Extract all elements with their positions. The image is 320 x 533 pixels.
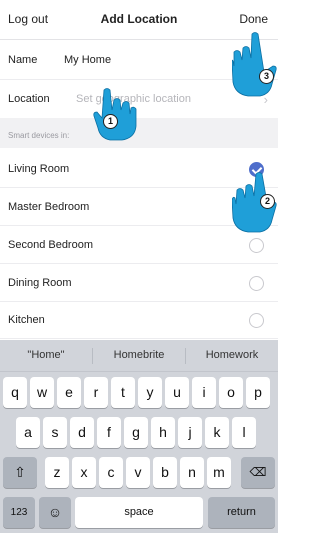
key-z[interactable]: z — [45, 457, 69, 488]
key-f[interactable]: f — [97, 417, 121, 448]
device-label: Second Bedroom — [8, 239, 93, 251]
key-h[interactable]: h — [151, 417, 175, 448]
shift-key[interactable]: ⇧ — [3, 457, 37, 488]
key-y[interactable]: y — [138, 377, 162, 408]
key-l[interactable]: l — [232, 417, 256, 448]
step-badge-2: 2 — [260, 194, 275, 209]
key-o[interactable]: o — [219, 377, 243, 408]
key-i[interactable]: i — [192, 377, 216, 408]
section-label: Smart devices in: — [8, 131, 70, 140]
key-m[interactable]: m — [207, 457, 231, 488]
key-p[interactable]: p — [246, 377, 270, 408]
logout-button[interactable]: Log out — [8, 12, 48, 26]
location-label: Location — [8, 93, 50, 105]
name-field[interactable]: My Home — [64, 54, 111, 66]
device-label: Master Bedroom — [8, 201, 90, 213]
device-row-dining-room[interactable]: Dining Room — [0, 265, 278, 302]
key-j[interactable]: j — [178, 417, 202, 448]
radio-circle-icon[interactable] — [249, 313, 264, 328]
device-label: Dining Room — [8, 277, 72, 289]
space-key[interactable]: space — [75, 497, 203, 528]
key-r[interactable]: r — [84, 377, 108, 408]
key-v[interactable]: v — [126, 457, 150, 488]
key-c[interactable]: c — [99, 457, 123, 488]
key-k[interactable]: k — [205, 417, 229, 448]
key-u[interactable]: u — [165, 377, 189, 408]
suggestion-bar: "Home" Homebrite Homework — [0, 340, 278, 372]
name-label: Name — [8, 54, 38, 66]
key-g[interactable]: g — [124, 417, 148, 448]
device-label: Living Room — [8, 163, 70, 175]
pointing-hand-icon — [232, 32, 277, 97]
suggestion-2[interactable]: Homebrite — [93, 349, 185, 361]
suggestion-3[interactable]: Homework — [186, 349, 278, 361]
key-w[interactable]: w — [30, 377, 54, 408]
done-button[interactable]: Done — [239, 12, 268, 26]
on-screen-keyboard: "Home" Homebrite Homework q w e r t y u … — [0, 340, 278, 533]
key-a[interactable]: a — [16, 417, 40, 448]
key-d[interactable]: d — [70, 417, 94, 448]
radio-circle-icon[interactable] — [249, 238, 264, 253]
key-n[interactable]: n — [180, 457, 204, 488]
suggestion-1[interactable]: "Home" — [0, 349, 92, 361]
key-q[interactable]: q — [3, 377, 27, 408]
key-s[interactable]: s — [43, 417, 67, 448]
key-b[interactable]: b — [153, 457, 177, 488]
backspace-key[interactable]: ⌫ — [241, 457, 275, 488]
radio-circle-icon[interactable] — [249, 276, 264, 291]
step-badge-1: 1 — [103, 114, 118, 129]
device-label: Kitchen — [8, 314, 45, 326]
step-badge-3: 3 — [259, 69, 274, 84]
numbers-key[interactable]: 123 — [3, 497, 35, 528]
key-t[interactable]: t — [111, 377, 135, 408]
device-row-kitchen[interactable]: Kitchen — [0, 302, 278, 339]
key-e[interactable]: e — [57, 377, 81, 408]
return-key[interactable]: return — [208, 497, 275, 528]
key-x[interactable]: x — [72, 457, 96, 488]
emoji-key[interactable]: ☺ — [39, 497, 71, 528]
